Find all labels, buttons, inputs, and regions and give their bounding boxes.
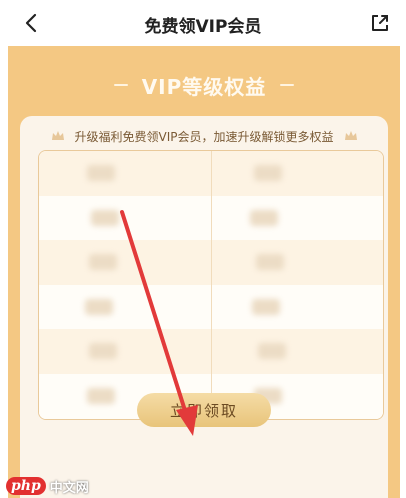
section-subtitle: 升级福利免费领VIP会员，加速升级解锁更多权益: [20, 126, 388, 146]
table-cell: [212, 240, 384, 285]
table-cell: [39, 195, 212, 241]
heading-dash-right: [280, 84, 295, 86]
section-heading: VIP等级权益: [8, 70, 400, 100]
blurred-content: [255, 254, 284, 271]
section-heading-text: VIP等级权益: [141, 74, 267, 99]
benefits-table: [38, 150, 384, 420]
blurred-content: [251, 298, 280, 315]
top-nav-bar: 免费领VIP会员: [0, 0, 406, 46]
vip-benefits-panel: VIP等级权益 升级福利免费领VIP会员，加速升级解锁更多权益: [8, 46, 400, 498]
blurred-content: [91, 209, 119, 226]
subtitle-text: 升级福利免费领VIP会员，加速升级解锁更多权益: [74, 129, 334, 144]
table-cell: [212, 151, 384, 196]
table-row: [39, 151, 383, 196]
blurred-content: [249, 209, 278, 226]
table-row: [39, 240, 383, 285]
table-cell: [212, 285, 384, 330]
table-row: [39, 284, 384, 330]
blurred-content: [87, 165, 115, 181]
blurred-content: [257, 343, 286, 360]
table-cell: [212, 196, 384, 241]
blurred-content: [85, 298, 113, 315]
watermark-text: 中文网: [49, 480, 89, 496]
crown-icon-left: [51, 131, 64, 140]
share-icon: [372, 15, 388, 31]
table-row: [39, 195, 384, 241]
table-cell: [39, 284, 212, 330]
blurred-content: [253, 165, 282, 181]
benefits-card: 升级福利免费领VIP会员，加速升级解锁更多权益: [20, 116, 388, 498]
share-button[interactable]: [368, 11, 392, 35]
site-watermark: php 中文网: [6, 476, 89, 496]
blurred-content: [89, 254, 117, 271]
page-title: 免费领VIP会员: [144, 17, 262, 37]
table-cell: [212, 329, 384, 374]
blurred-content: [89, 343, 117, 360]
claim-now-button[interactable]: 立即领取: [137, 393, 271, 427]
table-row: [39, 329, 383, 374]
table-cell: [39, 329, 212, 374]
watermark-logo: php: [6, 477, 46, 495]
crown-icon-right: [344, 131, 357, 140]
heading-dash-left: [113, 84, 128, 86]
blurred-content: [87, 387, 115, 404]
table-cell: [39, 151, 212, 196]
table-cell: [39, 240, 212, 285]
